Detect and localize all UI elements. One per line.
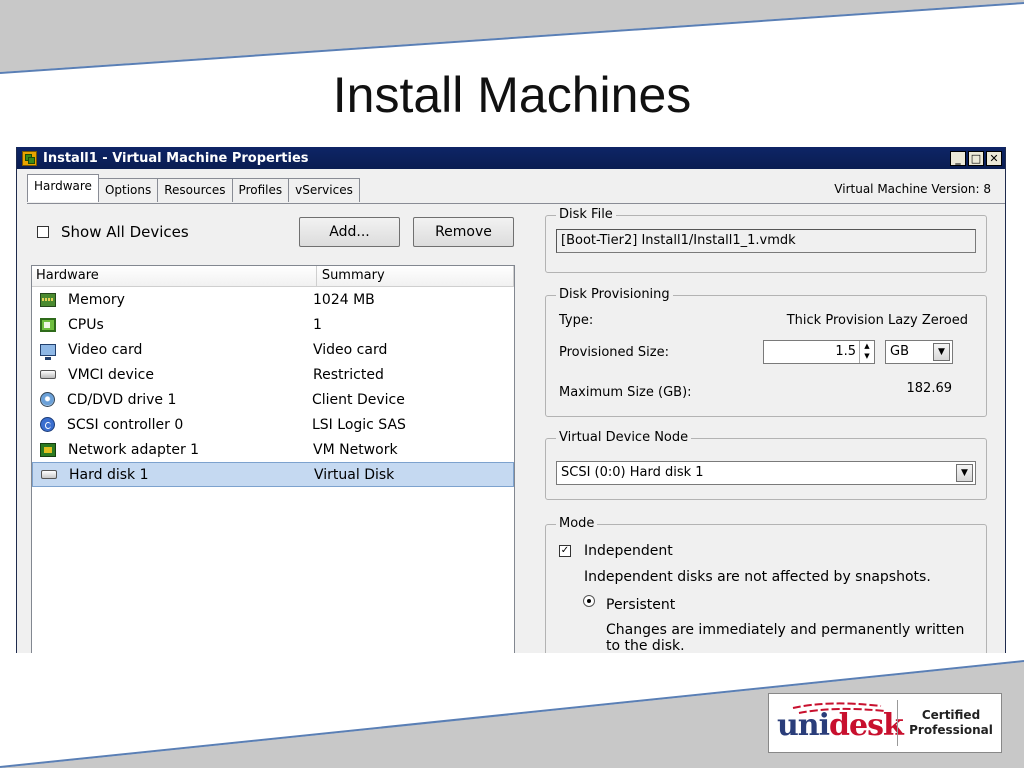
scsi-controller-icon (40, 417, 55, 432)
hardware-row-cd-dvd[interactable]: CD/DVD drive 1 Client Device (32, 387, 514, 412)
hardware-name: Hard disk 1 (69, 466, 149, 483)
hardware-name: Memory (68, 291, 125, 308)
hardware-name: SCSI controller 0 (67, 416, 184, 433)
persistent-label: Persistent (606, 597, 676, 613)
tab-options[interactable]: Options (97, 178, 159, 202)
unidesk-certified-badge: unidesk Certified Professional (768, 693, 1002, 753)
hardware-name: VMCI device (68, 366, 154, 383)
certified-text: Certified (921, 708, 981, 722)
vmci-device-icon (40, 370, 56, 379)
hardware-summary: Video card (313, 341, 388, 358)
logo-text-desk: desk (829, 708, 904, 743)
hardware-row-vmci-device[interactable]: VMCI device Restricted (32, 362, 514, 387)
type-label: Type: (559, 313, 594, 328)
vm-app-icon (22, 150, 37, 166)
disk-file-field[interactable]: [Boot-Tier2] Install1/Install1_1.vmdk (556, 229, 976, 253)
hardware-name: Network adapter 1 (68, 441, 200, 458)
provisioned-size-label: Provisioned Size: (559, 345, 669, 360)
mode-group: Mode ✓ Independent Independent disks are… (545, 516, 987, 653)
unidesk-logo: unidesk (777, 708, 904, 743)
size-unit-value: GB (890, 344, 909, 359)
checkbox-box[interactable] (37, 226, 49, 238)
tab-resources[interactable]: Resources (157, 178, 233, 202)
disk-file-group: Disk File [Boot-Tier2] Install1/Install1… (545, 207, 987, 273)
maximize-button[interactable]: □ (968, 150, 984, 166)
tab-bar: Hardware Options Resources Profiles vSer… (27, 174, 360, 202)
virtual-device-node-value: SCSI (0:0) Hard disk 1 (561, 465, 704, 480)
type-value: Thick Provision Lazy Zeroed (786, 313, 968, 328)
hardware-row-cpus[interactable]: CPUs 1 (32, 312, 514, 337)
vm-properties-window: Install1 - Virtual Machine Properties _ … (16, 147, 1006, 653)
hardware-name: Video card (68, 341, 143, 358)
minimize-button[interactable]: _ (950, 150, 966, 166)
hardware-summary: 1 (313, 316, 322, 333)
hardware-row-network-adapter[interactable]: Network adapter 1 VM Network (32, 437, 514, 462)
slide-title: Install Machines (332, 67, 692, 123)
hardware-name: CPUs (68, 316, 104, 333)
logo-text-uni: uni (777, 708, 830, 743)
provisioned-size-value: 1.5 (835, 344, 856, 359)
independent-label: Independent (584, 543, 673, 559)
hardware-row-scsi-controller[interactable]: SCSI controller 0 LSI Logic SAS (32, 412, 514, 437)
tab-divider (27, 203, 1005, 204)
remove-button[interactable]: Remove (413, 217, 514, 247)
disk-provisioning-group: Disk Provisioning Type: Thick Provision … (545, 287, 987, 417)
independent-checkbox[interactable]: ✓ (559, 545, 571, 557)
maximum-size-label: Maximum Size (GB): (559, 385, 692, 400)
close-button[interactable]: ✕ (986, 150, 1002, 166)
provisioned-size-input[interactable]: 1.5 ▲ ▼ (763, 340, 875, 364)
hardware-row-video-card[interactable]: Video card Video card (32, 337, 514, 362)
network-adapter-icon (40, 442, 56, 457)
column-header-summary[interactable]: Summary (317, 266, 514, 286)
mode-legend: Mode (556, 516, 598, 531)
hardware-name: CD/DVD drive 1 (67, 391, 177, 408)
window-title: Install1 - Virtual Machine Properties (43, 150, 309, 166)
disk-file-legend: Disk File (556, 207, 616, 222)
tab-hardware[interactable]: Hardware (27, 174, 99, 202)
virtual-device-node-group: Virtual Device Node SCSI (0:0) Hard disk… (545, 430, 987, 500)
hardware-row-memory[interactable]: Memory 1024 MB (32, 287, 514, 312)
chevron-down-icon[interactable]: ▼ (933, 343, 950, 361)
chevron-down-icon[interactable]: ▼ (956, 464, 973, 482)
tab-vservices[interactable]: vServices (288, 178, 360, 202)
hardware-summary: LSI Logic SAS (312, 416, 406, 433)
window-titlebar[interactable]: Install1 - Virtual Machine Properties _ … (17, 147, 1005, 169)
hardware-summary: VM Network (313, 441, 398, 458)
virtual-device-node-legend: Virtual Device Node (556, 430, 692, 445)
hardware-summary: Client Device (312, 391, 405, 408)
certified-professional-text: Certified Professional (903, 708, 999, 738)
hardware-list-header: Hardware Summary (32, 266, 514, 287)
hard-disk-icon (41, 470, 57, 479)
show-all-devices-checkbox[interactable]: Show All Devices (37, 223, 189, 241)
disk-provisioning-legend: Disk Provisioning (556, 287, 673, 302)
professional-text: Professional (909, 723, 993, 737)
tab-profiles[interactable]: Profiles (231, 178, 290, 202)
virtual-device-node-select[interactable]: SCSI (0:0) Hard disk 1 ▼ (556, 461, 976, 485)
independent-description: Independent disks are not affected by sn… (584, 569, 931, 585)
show-all-label: Show All Devices (61, 223, 189, 241)
hardware-summary: 1024 MB (313, 291, 375, 308)
size-spinner[interactable]: ▲ ▼ (859, 341, 874, 363)
persistent-radio[interactable] (583, 595, 595, 607)
memory-icon (40, 292, 56, 307)
video-card-icon (40, 343, 56, 360)
size-unit-select[interactable]: GB ▼ (885, 340, 953, 364)
hardware-summary: Virtual Disk (314, 466, 395, 483)
cpu-icon (40, 317, 56, 332)
badge-divider (897, 700, 898, 746)
cd-dvd-icon (40, 392, 55, 407)
vm-version-label: Virtual Machine Version: 8 (834, 182, 991, 196)
hardware-summary: Restricted (313, 366, 384, 383)
add-button[interactable]: Add... (299, 217, 400, 247)
maximum-size-value: 182.69 (906, 381, 953, 396)
hardware-list: Hardware Summary Memory 1024 MB CPUs 1 V… (31, 265, 515, 653)
hardware-row-hard-disk[interactable]: Hard disk 1 Virtual Disk (32, 462, 514, 487)
column-header-hardware[interactable]: Hardware (32, 266, 317, 286)
persistent-description: Changes are immediately and permanently … (606, 622, 965, 653)
